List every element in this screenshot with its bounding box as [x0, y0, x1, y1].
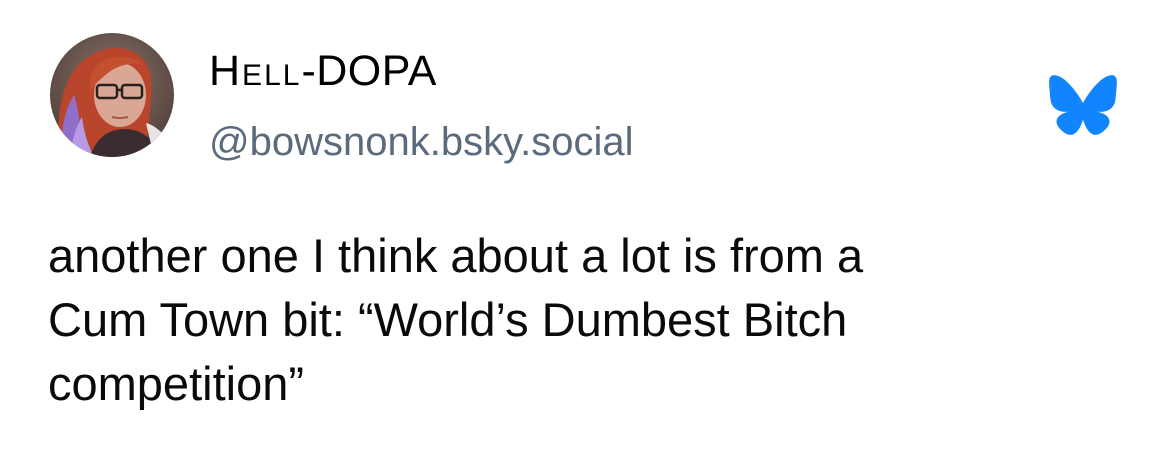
post-text-line: Cum Town bit: “World’s Dumbest Bitch	[48, 293, 848, 346]
post-card: Hell-DOPA @bowsnonk.bsky.social another …	[0, 0, 1170, 459]
author-display-name[interactable]: Hell-DOPA	[209, 46, 437, 96]
display-name-prefix: Hell	[209, 47, 302, 95]
display-name-suffix: -DOPA	[301, 47, 437, 95]
post-text-line: competition”	[48, 357, 304, 410]
avatar-photo	[50, 33, 174, 157]
bluesky-logo-svg	[1049, 75, 1117, 135]
author-avatar[interactable]	[50, 33, 174, 157]
bluesky-butterfly-icon	[1046, 74, 1120, 136]
author-handle[interactable]: @bowsnonk.bsky.social	[209, 118, 634, 166]
post-body: another one I think about a lot is from …	[48, 224, 1138, 416]
post-text-line: another one I think about a lot is from …	[48, 229, 864, 282]
